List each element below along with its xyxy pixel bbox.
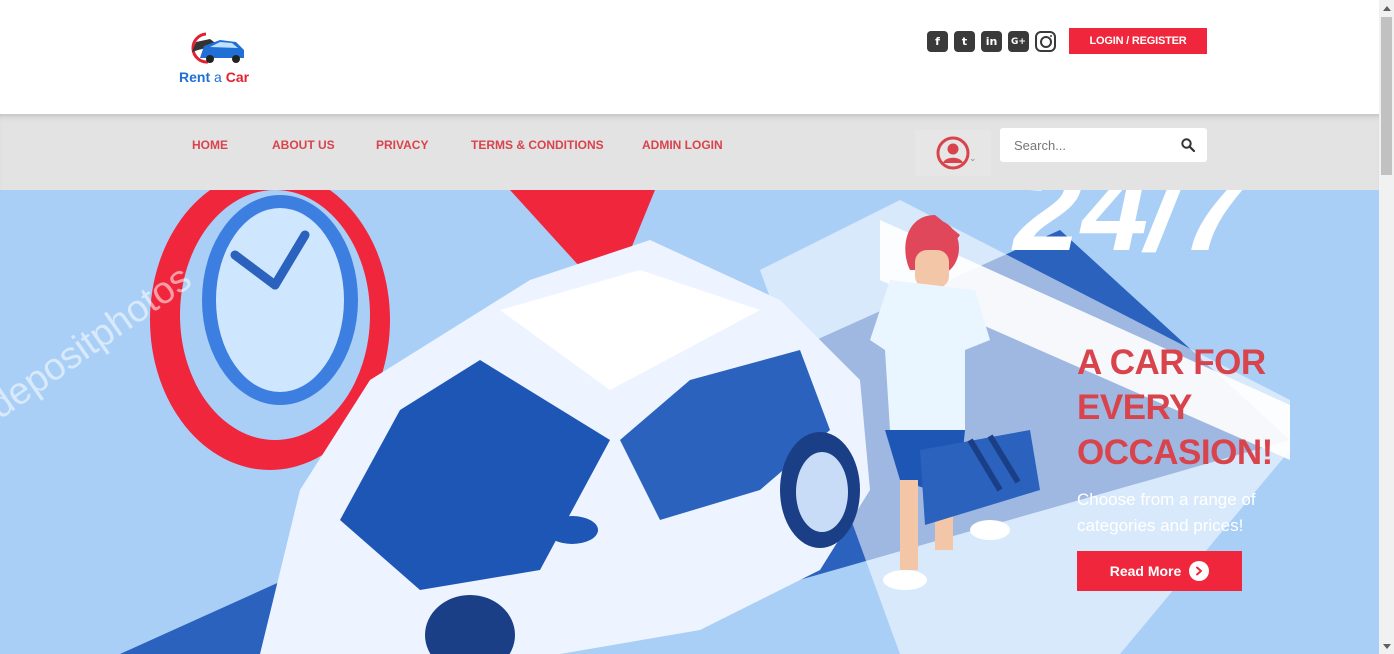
scroll-down-icon[interactable]: [1379, 639, 1394, 654]
twitter-icon[interactable]: t: [954, 31, 975, 52]
hero-247-text: 24/7: [1002, 190, 1264, 276]
facebook-icon[interactable]: f: [927, 31, 948, 52]
scroll-thumb[interactable]: [1381, 17, 1392, 175]
search-input[interactable]: [1000, 128, 1175, 162]
google-plus-icon[interactable]: G+: [1008, 31, 1029, 52]
read-more-label: Read More: [1109, 563, 1182, 579]
read-more-button[interactable]: Read More: [1077, 551, 1242, 591]
login-register-button[interactable]: LOGIN / REGISTER: [1069, 28, 1207, 54]
logo-text: Rent a Car: [179, 69, 249, 85]
scroll-up-icon[interactable]: [1379, 0, 1394, 15]
nav-privacy[interactable]: PRIVACY: [376, 138, 428, 154]
user-avatar-icon: [936, 136, 970, 170]
logo-word-a: a: [210, 69, 226, 85]
nav-home[interactable]: HOME: [192, 138, 228, 154]
hero-text-block: A CAR FOR EVERY OCCASION! Choose from a …: [1077, 340, 1292, 539]
user-menu[interactable]: ⌄: [915, 130, 991, 176]
nav-admin-login[interactable]: ADMIN LOGIN: [642, 138, 723, 154]
arrow-right-icon: [1189, 561, 1210, 581]
nav-terms-conditions[interactable]: TERMS & CONDITIONS: [471, 138, 604, 154]
logo-word-car: Car: [225, 69, 250, 85]
hero-banner: 24/7 depositphotos A CAR FOR EVERY OCCAS…: [0, 190, 1379, 654]
top-header: Rent a Car f t in G+ LOGIN / REGISTER: [0, 0, 1379, 114]
main-navbar: HOME ABOUT US PRIVACY TERMS & CONDITIONS…: [0, 114, 1379, 190]
chevron-down-icon: ⌄: [969, 154, 977, 164]
instagram-icon[interactable]: [1035, 31, 1056, 52]
hero-subtitle: Choose from a range of categories and pr…: [1077, 490, 1256, 535]
search-box: [1000, 128, 1207, 162]
logo[interactable]: Rent a Car: [178, 28, 262, 88]
linkedin-icon[interactable]: in: [981, 31, 1002, 52]
nav-about-us[interactable]: ABOUT US: [272, 138, 335, 154]
page-scrollbar[interactable]: [1379, 0, 1394, 654]
social-links: f t in G+: [927, 31, 1056, 52]
logo-word-rent: Rent: [179, 69, 211, 85]
search-icon[interactable]: [1181, 138, 1195, 152]
car-logo-icon: [191, 32, 244, 64]
hero-title: A CAR FOR EVERY OCCASION!: [1077, 343, 1273, 472]
